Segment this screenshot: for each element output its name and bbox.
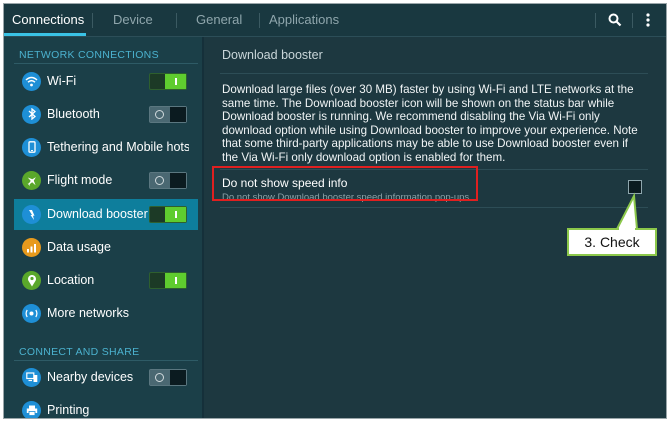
callout-pointer-mask (619, 228, 635, 230)
